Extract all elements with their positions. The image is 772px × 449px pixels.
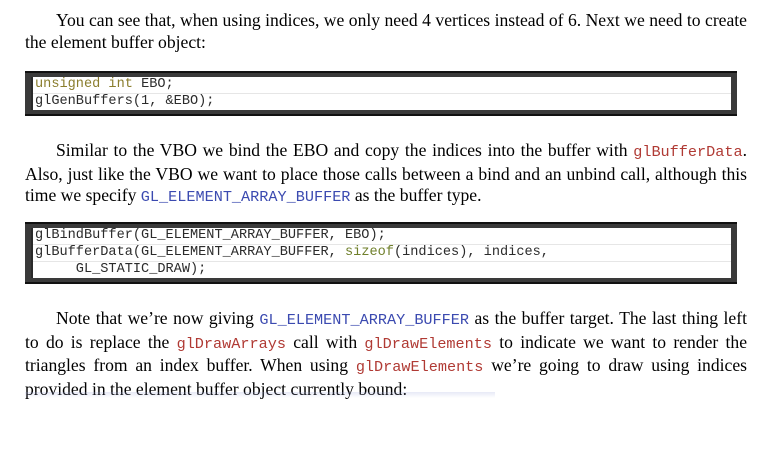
- paragraph-text: call with: [285, 331, 365, 352]
- code-keyword: sizeof: [345, 245, 394, 260]
- code-line: unsigned int EBO;: [33, 77, 731, 94]
- inline-code-element-array-buffer: GL_ELEMENT_ARRAY_BUFFER: [140, 188, 351, 206]
- code-block-bind-ebo: glBindBuffer(GL_ELEMENT_ARRAY_BUFFER, EB…: [25, 222, 737, 284]
- inline-code-gldrawelements: glDrawElements: [355, 358, 484, 376]
- code-text: EBO;: [132, 77, 174, 92]
- paragraph-text: Similar to the VBO we bind the EBO and c…: [56, 140, 634, 160]
- code-line: glGenBuffers(1, &EBO);: [33, 94, 731, 110]
- inline-code-glbufferdata: glBufferData: [633, 143, 743, 161]
- paragraph-text: You can see that, when using indices, we…: [25, 10, 747, 52]
- code-text: (indices), indices,: [393, 245, 549, 260]
- paragraph-indices-intro: You can see that, when using indices, we…: [25, 10, 747, 53]
- code-block-gen-ebo: unsigned int EBO; glGenBuffers(1, &EBO);: [25, 71, 737, 116]
- code-text: glBufferData(GL_ELEMENT_ARRAY_BUFFER,: [35, 245, 345, 260]
- inline-code-gldrawelements: glDrawElements: [364, 334, 493, 353]
- code-keyword: unsigned int: [35, 77, 133, 92]
- paragraph-text: Note that we’re now giving: [56, 308, 260, 328]
- paragraph-text: as the buffer type.: [350, 185, 482, 205]
- paragraph-bind-ebo: Similar to the VBO we bind the EBO and c…: [25, 140, 747, 209]
- code-block-body: unsigned int EBO; glGenBuffers(1, &EBO);: [31, 77, 731, 110]
- paragraph-draw-elements: Note that we’re now giving GL_ELEMENT_AR…: [25, 308, 747, 400]
- code-text: glGenBuffers(1, &EBO);: [35, 94, 215, 109]
- code-text: GL_STATIC_DRAW);: [35, 262, 207, 277]
- code-line: GL_STATIC_DRAW);: [33, 262, 731, 278]
- code-block-body: glBindBuffer(GL_ELEMENT_ARRAY_BUFFER, EB…: [31, 228, 731, 278]
- inline-code-element-array-buffer: GL_ELEMENT_ARRAY_BUFFER: [259, 311, 469, 329]
- cut-off-text-fade: [25, 392, 495, 398]
- code-text: glBindBuffer(GL_ELEMENT_ARRAY_BUFFER, EB…: [35, 228, 386, 243]
- code-line: glBufferData(GL_ELEMENT_ARRAY_BUFFER, si…: [33, 245, 731, 262]
- code-line: glBindBuffer(GL_ELEMENT_ARRAY_BUFFER, EB…: [33, 228, 731, 245]
- inline-code-gldrawarrays: glDrawArrays: [176, 334, 286, 353]
